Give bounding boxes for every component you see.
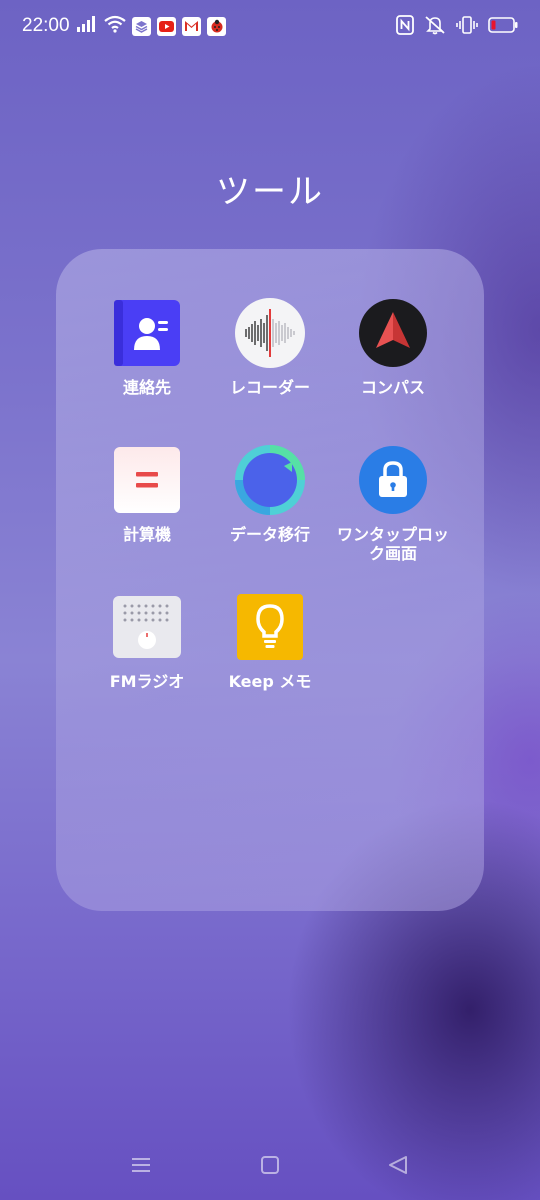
wifi-icon <box>104 15 126 37</box>
app-calculator[interactable]: 計算機 <box>83 447 211 544</box>
status-time: 22:00 <box>22 15 70 36</box>
vibrate-icon <box>456 15 478 39</box>
folder-title[interactable]: ツール <box>0 164 540 213</box>
battery-low-icon <box>488 17 518 37</box>
gmail-icon <box>182 16 201 36</box>
recorder-icon <box>235 298 305 368</box>
app-compass[interactable]: コンパス <box>329 299 457 397</box>
app-recorder[interactable]: レコーダー <box>206 298 334 397</box>
stack-icon <box>132 16 151 36</box>
app-label: コンパス <box>360 378 425 397</box>
ladybug-icon <box>207 16 226 36</box>
signal-icon <box>76 15 98 37</box>
app-label: データ移行 <box>229 525 310 544</box>
app-label: ワンタップロック画面 <box>336 525 449 563</box>
app-label: 計算機 <box>122 525 171 544</box>
app-data-transfer[interactable]: データ移行 <box>206 445 334 544</box>
youtube-icon <box>157 16 176 36</box>
app-label: FMラジオ <box>109 672 185 691</box>
app-label: レコーダー <box>229 378 310 397</box>
lock-icon <box>359 446 427 514</box>
home-icon[interactable] <box>259 1154 281 1180</box>
app-one-tap-lock[interactable]: ワンタップロック画面 <box>329 446 457 563</box>
keep-icon <box>237 594 303 660</box>
contacts-icon <box>114 300 180 366</box>
nfc-icon <box>396 15 414 39</box>
data-transfer-icon <box>235 445 305 515</box>
app-keep-memo[interactable]: Keep メモ <box>206 594 334 691</box>
app-fm-radio[interactable]: FMラジオ <box>83 594 211 691</box>
app-label: Keep メモ <box>228 672 312 691</box>
radio-icon <box>113 594 181 660</box>
back-icon[interactable] <box>387 1154 409 1180</box>
navigation-bar <box>0 1140 540 1200</box>
status-left-icons <box>76 15 226 37</box>
calculator-icon <box>114 447 180 513</box>
muted-bell-icon <box>424 15 446 39</box>
menu-icon[interactable] <box>130 1154 152 1180</box>
status-right-icons <box>396 15 518 39</box>
app-contacts[interactable]: 連絡先 <box>83 300 211 397</box>
status-bar: 22:00 <box>0 0 540 54</box>
app-label: 連絡先 <box>122 378 171 397</box>
compass-icon <box>359 299 427 367</box>
